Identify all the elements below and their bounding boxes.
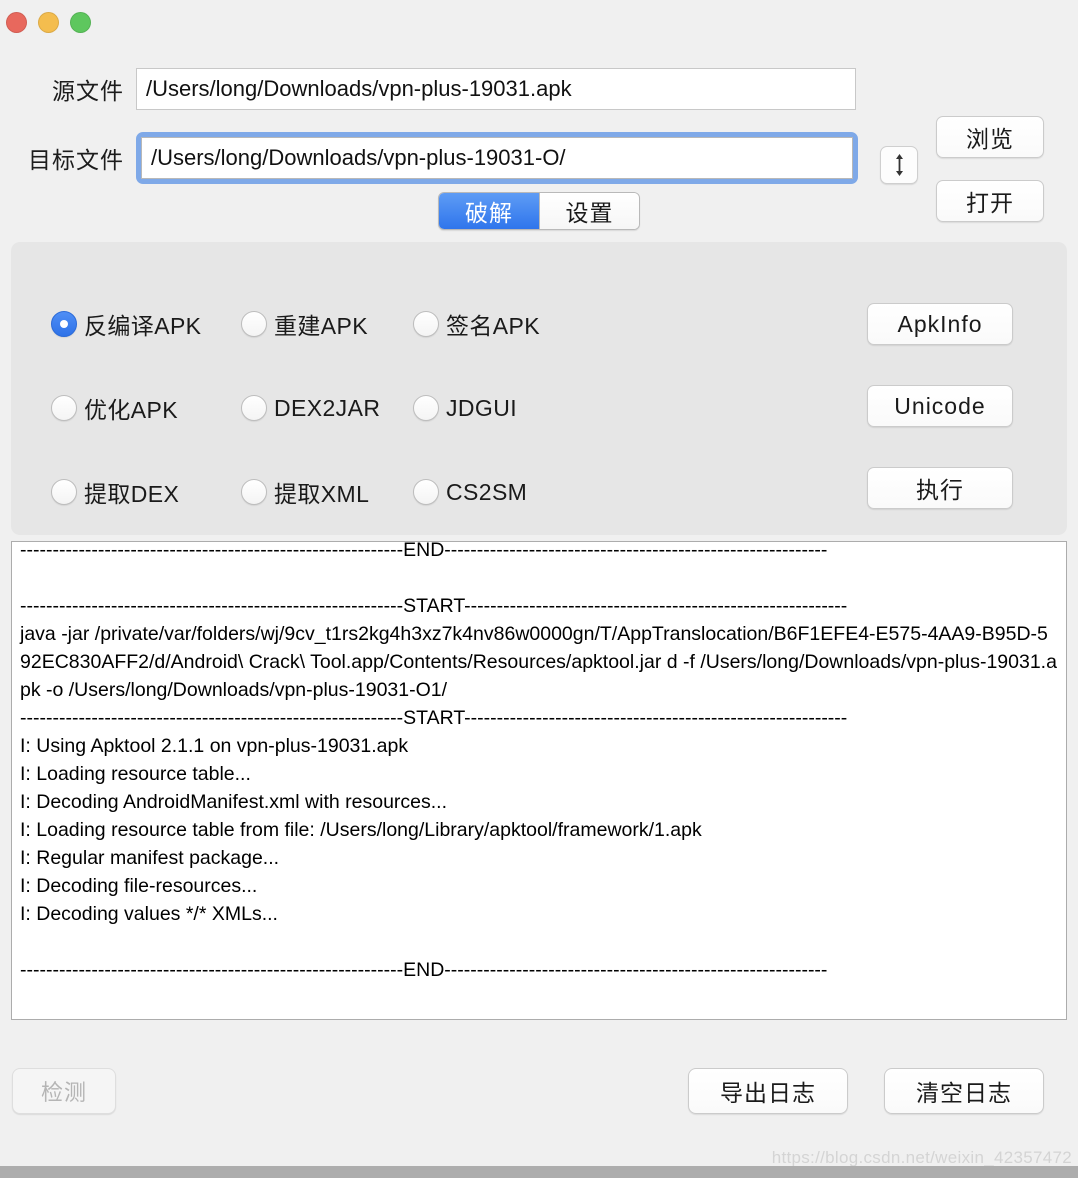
file-paths-section: 源文件 目标文件 浏览 打开	[0, 44, 1078, 222]
browse-button[interactable]: 浏览	[936, 116, 1044, 158]
option-label: 提取XML	[274, 481, 370, 507]
target-file-field-wrap	[136, 132, 858, 184]
option-label: DEX2JAR	[274, 394, 381, 421]
swap-vertical-icon	[895, 154, 903, 176]
options-row-2: 优化APK DEX2JAR JDGUI	[51, 366, 821, 450]
title-bar	[0, 0, 1078, 44]
options-row-3: 提取DEX 提取XML CS2SM	[51, 450, 821, 534]
option-dex2jar[interactable]: DEX2JAR	[241, 395, 413, 422]
apkinfo-button[interactable]: ApkInfo	[867, 303, 1013, 345]
source-file-input[interactable]	[136, 68, 856, 110]
option-label: CS2SM	[446, 478, 528, 505]
swap-paths-button[interactable]	[880, 146, 918, 184]
export-log-button[interactable]: 导出日志	[688, 1068, 848, 1114]
radio-icon[interactable]	[51, 479, 77, 505]
maximize-window-button[interactable]	[70, 11, 91, 33]
option-jdgui[interactable]: JDGUI	[413, 395, 593, 422]
option-decompile-apk[interactable]: 反编译APK	[51, 307, 241, 341]
open-button[interactable]: 打开	[936, 180, 1044, 222]
radio-icon[interactable]	[413, 479, 439, 505]
source-file-field-wrap	[136, 68, 856, 110]
radio-icon[interactable]	[413, 395, 439, 421]
option-label: 重建APK	[274, 313, 369, 339]
minimize-window-button[interactable]	[38, 11, 59, 33]
unicode-button[interactable]: Unicode	[867, 385, 1013, 427]
bottom-toolbar: 检测 导出日志 清空日志	[0, 1068, 1078, 1124]
option-rebuild-apk[interactable]: 重建APK	[241, 307, 413, 341]
option-extract-xml[interactable]: 提取XML	[241, 475, 413, 509]
option-sign-apk[interactable]: 签名APK	[413, 307, 593, 341]
target-file-input[interactable]	[141, 137, 853, 179]
tab-group: 破解 设置	[438, 192, 640, 230]
footer-bar	[0, 1166, 1078, 1178]
target-file-label: 目标文件	[28, 147, 124, 173]
option-label: 提取DEX	[84, 481, 180, 507]
option-cs2sm[interactable]: CS2SM	[413, 479, 593, 506]
log-text: ----------------------------------------…	[20, 541, 1057, 981]
radio-icon[interactable]	[241, 479, 267, 505]
option-optimize-apk[interactable]: 优化APK	[51, 391, 241, 425]
source-file-row: 源文件	[0, 68, 1078, 110]
option-extract-dex[interactable]: 提取DEX	[51, 475, 241, 509]
radio-icon[interactable]	[51, 395, 77, 421]
option-label: 优化APK	[84, 397, 179, 423]
radio-icon[interactable]	[241, 395, 267, 421]
radio-icon[interactable]	[51, 311, 77, 337]
watermark-text: https://blog.csdn.net/weixin_42357472	[771, 1148, 1072, 1167]
source-file-label: 源文件	[52, 78, 124, 104]
options-panel: 反编译APK 重建APK 签名APK 优化APK DEX2JAR JDGUI 提…	[11, 242, 1067, 535]
radio-icon[interactable]	[413, 311, 439, 337]
tab-settings[interactable]: 设置	[539, 193, 639, 229]
option-label: 反编译APK	[84, 313, 202, 339]
detect-button[interactable]: 检测	[12, 1068, 116, 1114]
options-row-1: 反编译APK 重建APK 签名APK	[51, 282, 821, 366]
clear-log-button[interactable]: 清空日志	[884, 1068, 1044, 1114]
tab-crack[interactable]: 破解	[439, 193, 539, 229]
options-grid: 反编译APK 重建APK 签名APK 优化APK DEX2JAR JDGUI 提…	[51, 282, 821, 534]
tab-bar: 破解 设置	[0, 192, 1078, 230]
option-label: 签名APK	[446, 313, 541, 339]
execute-button[interactable]: 执行	[867, 467, 1013, 509]
option-label: JDGUI	[446, 394, 517, 421]
log-output-area[interactable]: ----------------------------------------…	[11, 541, 1067, 1020]
radio-icon[interactable]	[241, 311, 267, 337]
close-window-button[interactable]	[6, 11, 27, 33]
